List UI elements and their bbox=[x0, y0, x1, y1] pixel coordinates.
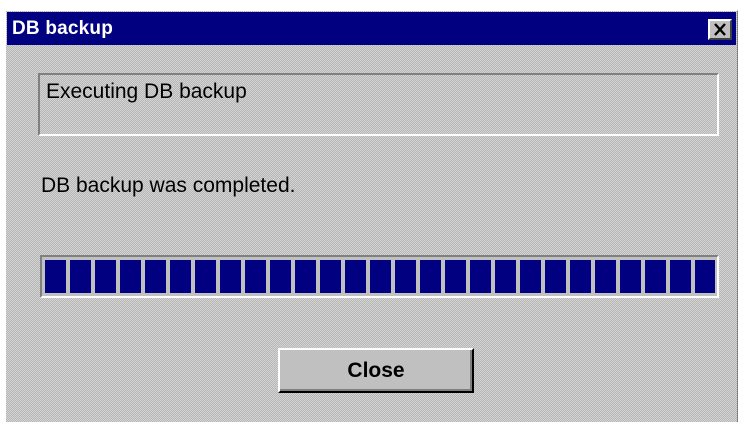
progress-fill bbox=[45, 260, 715, 293]
title-close-button[interactable] bbox=[708, 19, 732, 40]
status-text: Executing DB backup bbox=[46, 80, 247, 103]
close-x-icon bbox=[714, 23, 726, 36]
title-bar[interactable]: DB backup bbox=[7, 12, 736, 45]
window-title: DB backup bbox=[12, 17, 114, 39]
completion-message: DB backup was completed. bbox=[41, 174, 296, 197]
progress-bar bbox=[40, 255, 719, 298]
close-button[interactable]: Close bbox=[278, 348, 474, 393]
status-box: Executing DB backup bbox=[38, 73, 719, 136]
db-backup-dialog: DB backup Executing DB backup DB backup … bbox=[5, 10, 738, 422]
